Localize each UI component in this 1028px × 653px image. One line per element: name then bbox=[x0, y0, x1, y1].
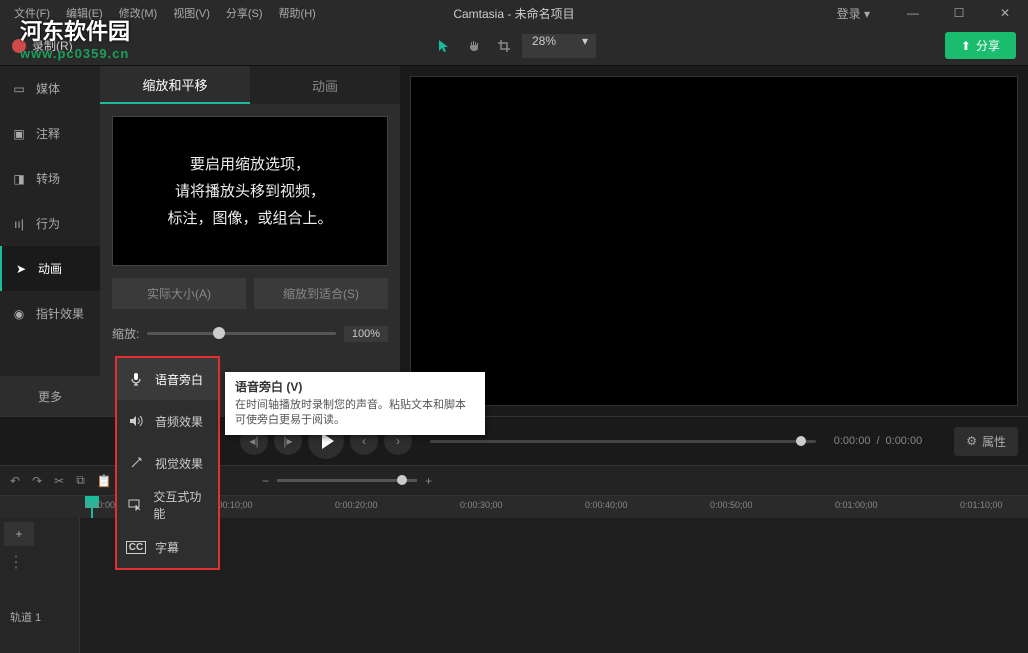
behavior-icon: ıı| bbox=[10, 217, 28, 231]
zoom-out-icon[interactable]: − bbox=[262, 474, 269, 488]
zoom-slider[interactable] bbox=[147, 332, 336, 335]
popup-item-audio-fx[interactable]: 音频效果 bbox=[117, 400, 218, 442]
popup-item-captions[interactable]: CC 字幕 bbox=[117, 526, 218, 568]
ruler-tick: 0:00:40;00 bbox=[585, 500, 628, 510]
maximize-button[interactable]: ☐ bbox=[936, 0, 982, 26]
track-header: + ⋮ 轨道 1 bbox=[0, 518, 80, 653]
cursor-icon: ◉ bbox=[10, 307, 28, 321]
time-sep: / bbox=[876, 435, 879, 447]
preview-canvas[interactable] bbox=[410, 76, 1018, 406]
transition-icon: ◨ bbox=[10, 172, 28, 186]
ruler-tick: 0:00:20;00 bbox=[335, 500, 378, 510]
share-icon: ⬆ bbox=[961, 39, 971, 53]
minimize-button[interactable]: — bbox=[890, 0, 936, 26]
speaker-icon bbox=[127, 415, 145, 427]
track-label: 轨道 1 bbox=[0, 601, 51, 633]
zoom-preview: 要启用缩放选项， 请将播放头移到视频， 标注，图像，或组合上。 bbox=[112, 116, 388, 266]
login-button[interactable]: 登录 ▾ bbox=[837, 5, 870, 22]
copy-icon[interactable]: ⧉ bbox=[76, 473, 85, 488]
menubar: 文件(F) 编辑(E) 修改(M) 视图(V) 分享(S) 帮助(H) Camt… bbox=[0, 0, 1028, 26]
ruler-tick: 0:00:50;00 bbox=[710, 500, 753, 510]
sidebar-item-behaviors[interactable]: ıı| 行为 bbox=[0, 201, 100, 246]
paste-icon[interactable]: 📋 bbox=[97, 474, 112, 488]
actual-size-button[interactable]: 实际大小(A) bbox=[112, 278, 246, 309]
popup-item-narration[interactable]: 语音旁白 bbox=[117, 358, 218, 400]
tab-animation[interactable]: 动画 bbox=[250, 66, 400, 104]
zoom-value: 100% bbox=[344, 326, 388, 342]
zoom-dropdown[interactable]: 28% ▾ bbox=[522, 34, 596, 58]
wand-icon bbox=[127, 456, 145, 470]
window-title: Camtasia - 未命名项目 bbox=[453, 5, 574, 22]
menu-share[interactable]: 分享(S) bbox=[218, 5, 271, 21]
cut-icon[interactable]: ✂ bbox=[54, 474, 64, 488]
zoom-label: 缩放: bbox=[112, 325, 139, 342]
menu-help[interactable]: 帮助(H) bbox=[271, 5, 324, 21]
record-label: 录制(R) bbox=[32, 37, 73, 54]
undo-icon[interactable]: ↶ bbox=[10, 474, 20, 488]
ruler-tick: 0:01:00;00 bbox=[835, 500, 878, 510]
sidebar-item-cursor[interactable]: ◉ 指针效果 bbox=[0, 291, 100, 336]
sidebar: ▭ 媒体 ▣ 注释 ◨ 转场 ıı| 行为 ➤ 动画 ◉ 指针效果 更多 bbox=[0, 66, 100, 416]
cc-icon: CC bbox=[127, 541, 145, 554]
menu-file[interactable]: 文件(F) bbox=[6, 5, 58, 21]
tooltip: 语音旁白 (V) 在时间轴播放时录制您的声音。粘贴文本和脚本可使旁白更易于阅读。 bbox=[225, 372, 485, 435]
close-button[interactable]: ✕ bbox=[982, 0, 1028, 26]
sidebar-item-animations[interactable]: ➤ 动画 bbox=[0, 246, 100, 291]
sidebar-item-media[interactable]: ▭ 媒体 bbox=[0, 66, 100, 111]
ruler-tick: 0:00:30;00 bbox=[460, 500, 503, 510]
menu-view[interactable]: 视图(V) bbox=[165, 5, 218, 21]
add-track-button[interactable]: + bbox=[4, 522, 34, 546]
interactive-icon bbox=[127, 499, 143, 511]
redo-icon[interactable]: ↷ bbox=[32, 474, 42, 488]
time-total: 0:00:00 bbox=[886, 435, 923, 447]
scrubber[interactable] bbox=[430, 440, 816, 443]
ruler-tick: 0:00:00 bbox=[85, 500, 115, 510]
more-popup-menu: 语音旁白 音频效果 视觉效果 交互式功能 CC 字幕 bbox=[115, 356, 220, 570]
crop-tool-icon[interactable] bbox=[492, 34, 516, 58]
menu-modify[interactable]: 修改(M) bbox=[111, 5, 166, 21]
media-icon: ▭ bbox=[10, 82, 28, 96]
sidebar-more-button[interactable]: 更多 bbox=[0, 376, 100, 416]
zoom-in-icon[interactable]: + bbox=[425, 474, 432, 488]
gear-icon: ⚙ bbox=[966, 434, 977, 448]
scale-to-fit-button[interactable]: 缩放到适合(S) bbox=[254, 278, 388, 309]
toolbar: 录制(R) 28% ▾ ⬆ 分享 bbox=[0, 26, 1028, 66]
time-current: 0:00:00 bbox=[834, 435, 871, 447]
canvas-area bbox=[400, 66, 1028, 416]
mic-icon bbox=[127, 372, 145, 386]
animation-icon: ➤ bbox=[12, 262, 30, 276]
tooltip-title: 语音旁白 (V) bbox=[235, 378, 475, 395]
annotation-icon: ▣ bbox=[10, 127, 28, 141]
sidebar-item-transitions[interactable]: ◨ 转场 bbox=[0, 156, 100, 201]
sidebar-item-annotations[interactable]: ▣ 注释 bbox=[0, 111, 100, 156]
tooltip-body: 在时间轴播放时录制您的声音。粘贴文本和脚本可使旁白更易于阅读。 bbox=[235, 398, 475, 429]
properties-button[interactable]: ⚙ 属性 bbox=[954, 427, 1018, 456]
hand-tool-icon[interactable] bbox=[462, 34, 486, 58]
share-button[interactable]: ⬆ 分享 bbox=[945, 32, 1016, 59]
tab-zoom-pan[interactable]: 缩放和平移 bbox=[100, 66, 250, 104]
pointer-tool-icon[interactable] bbox=[432, 34, 456, 58]
timeline-zoom-slider[interactable] bbox=[277, 479, 417, 482]
popup-item-interactive[interactable]: 交互式功能 bbox=[117, 484, 218, 526]
menu-edit[interactable]: 编辑(E) bbox=[58, 5, 111, 21]
popup-item-visual-fx[interactable]: 视觉效果 bbox=[117, 442, 218, 484]
record-button[interactable]: 录制(R) bbox=[0, 26, 85, 66]
record-icon bbox=[12, 39, 26, 53]
ruler-tick: 0:01:10;00 bbox=[960, 500, 1003, 510]
